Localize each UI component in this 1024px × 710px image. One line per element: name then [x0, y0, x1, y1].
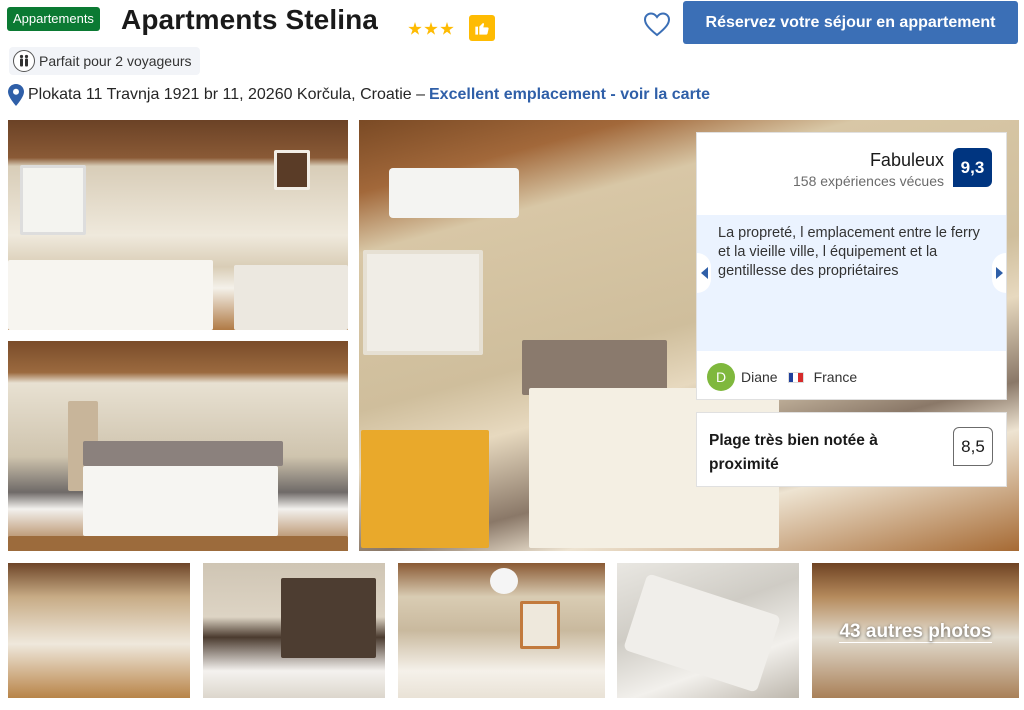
beach-label: Plage très bien notée à proximité [709, 432, 878, 473]
travellers-badge: Parfait pour 2 voyageurs [9, 47, 200, 75]
bed-shape [8, 260, 213, 330]
chest-shape [281, 578, 376, 658]
bed-shape [83, 466, 278, 536]
heart-icon-glyph [643, 12, 671, 37]
headboard-shape [83, 441, 283, 466]
review-quote: La propreté, l emplacement entre le ferr… [718, 225, 980, 279]
headboard-shape [522, 340, 667, 395]
travellers-label: Parfait pour 2 voyageurs [39, 53, 192, 69]
photo-thumb-1[interactable] [8, 563, 190, 698]
floor-shape [8, 536, 348, 551]
score-header: Fabuleux 158 expériences vécues 9,3 [697, 133, 1006, 205]
beach-score-badge: 8,5 [953, 427, 993, 466]
photo-bedroom-1[interactable] [8, 120, 348, 330]
review-quote-carousel: La propreté, l emplacement entre le ferr… [697, 215, 1006, 351]
review-count: 158 expériences vécues [793, 173, 944, 189]
star-icon [408, 22, 422, 35]
beach-score-card[interactable]: Plage très bien notée à proximité 8,5 [696, 412, 1007, 487]
map-link[interactable]: Excellent emplacement - voir la carte [429, 86, 710, 104]
score-badge: 9,3 [953, 148, 992, 187]
property-type-badge: Appartements [7, 7, 100, 31]
window-shape [20, 165, 86, 235]
address-text: Plokata 11 Travnja 1921 br 11, 20260 Kor… [28, 86, 425, 103]
address-row: Plokata 11 Travnja 1921 br 11, 20260 Kor… [8, 84, 710, 106]
thumbs-up-icon[interactable] [469, 15, 495, 41]
photo-thumb-3[interactable] [398, 563, 605, 698]
air-conditioner-shape [389, 168, 519, 218]
carousel-prev-button[interactable] [697, 253, 711, 293]
map-pin-icon [8, 84, 24, 106]
review-score-card[interactable]: Fabuleux 158 expériences vécues 9,3 La p… [696, 132, 1007, 400]
more-photos-label: 43 autres photos [839, 621, 992, 643]
photo-thumb-4[interactable] [617, 563, 799, 698]
france-flag-icon [787, 371, 804, 383]
thumbs-up-icon-glyph [475, 23, 489, 35]
people-icon [13, 50, 35, 72]
star-icon [440, 22, 454, 35]
chevron-right-icon [995, 267, 1003, 279]
avatar: D [707, 363, 735, 391]
reserve-button[interactable]: Réservez votre séjour en appartement [683, 1, 1018, 44]
photo-thumb-2[interactable] [203, 563, 385, 698]
star-icon [424, 22, 438, 35]
reviewer-country: France [813, 369, 858, 385]
heart-icon[interactable] [641, 8, 673, 40]
more-photos-link[interactable]: 43 autres photos [812, 621, 1019, 643]
chevron-left-icon [700, 267, 708, 279]
towel-shape [623, 573, 781, 693]
reviewer-name: Diane [741, 369, 778, 385]
wall-frame-shape [274, 150, 310, 190]
property-title: Apartments Stelina [121, 4, 378, 35]
star-rating [408, 22, 454, 36]
table-shape [361, 430, 489, 548]
photo-thumb-5[interactable]: 43 autres photos [812, 563, 1019, 698]
window-shape [363, 250, 483, 355]
window-shape [520, 601, 560, 649]
lamp-shape [490, 568, 518, 594]
sofa-shape [234, 265, 348, 330]
carousel-next-button[interactable] [992, 253, 1006, 293]
reviewer-info: D Diane France [707, 363, 857, 391]
people-icon-glyph [19, 54, 29, 67]
photo-bedroom-2[interactable] [8, 341, 348, 551]
score-label: Fabuleux [869, 150, 944, 170]
